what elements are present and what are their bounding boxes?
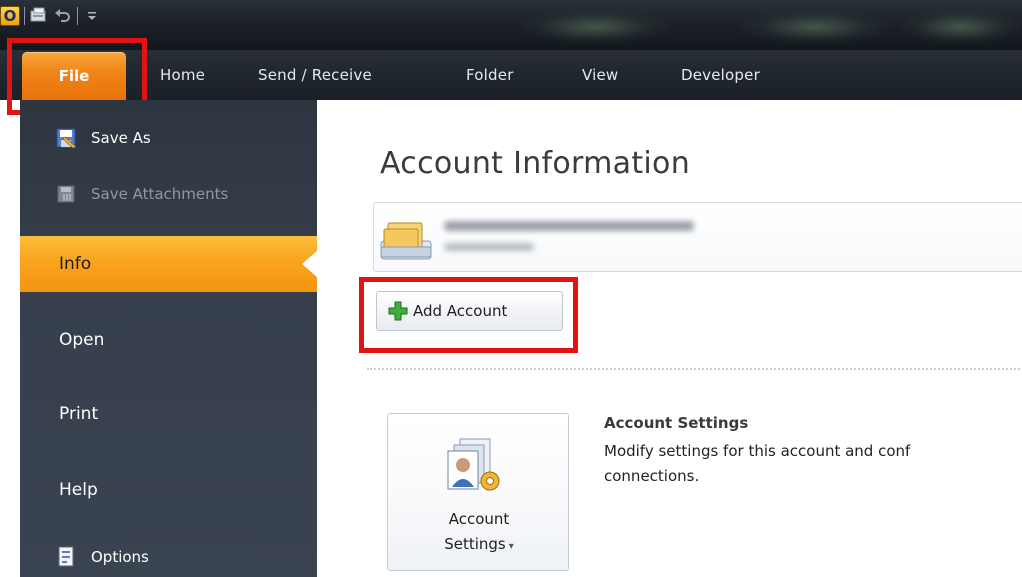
- backstage-nav: Save As Save Attachments Info Open Print…: [20, 100, 318, 577]
- page-title: Account Information: [380, 146, 691, 181]
- nav-tab-print[interactable]: Print: [20, 386, 317, 442]
- background-blur: [900, 10, 1022, 44]
- redacted-account-type: [444, 243, 534, 251]
- account-settings-description-line-2: connections.: [604, 467, 700, 485]
- undo-icon[interactable]: [53, 7, 73, 25]
- tab-developer[interactable]: Developer: [681, 66, 760, 92]
- nav-tab-open-label: Open: [59, 330, 105, 350]
- account-email-redacted: [444, 213, 764, 257]
- save-attachments-command[interactable]: Save Attachments: [20, 175, 317, 213]
- account-settings-description: Modify settings for this account and con…: [604, 439, 1022, 489]
- customize-qat-icon[interactable]: [82, 7, 102, 25]
- save-attachments-label: Save Attachments: [91, 185, 229, 203]
- qat-separator: [24, 7, 25, 25]
- options-icon: [55, 545, 79, 569]
- account-folder-icon: [378, 217, 434, 263]
- tab-folder[interactable]: Folder: [466, 66, 514, 92]
- nav-tab-help-label: Help: [59, 480, 98, 500]
- account-info-pane: Account Information Add Account Account …: [317, 100, 1022, 577]
- tab-send-receive[interactable]: Send / Receive: [258, 66, 372, 92]
- options-command[interactable]: Options: [20, 537, 317, 577]
- tab-view[interactable]: View: [582, 66, 618, 92]
- redacted-email: [444, 221, 694, 231]
- outlook-app-icon[interactable]: O: [0, 6, 20, 26]
- chevron-down-icon: ▾: [508, 541, 514, 552]
- title-bar: O: [0, 0, 1022, 50]
- qat-separator: [77, 7, 78, 25]
- nav-tab-print-label: Print: [59, 404, 99, 424]
- section-divider: [367, 368, 1022, 370]
- background-blur: [740, 10, 890, 44]
- save-as-label: Save As: [91, 129, 151, 147]
- nav-tab-open[interactable]: Open: [20, 312, 317, 368]
- nav-tab-help[interactable]: Help: [20, 462, 317, 518]
- account-settings-button-label-2: Settings ▾: [388, 535, 570, 553]
- save-as-command[interactable]: Save As: [20, 119, 317, 157]
- highlight-box-add-account: [359, 277, 578, 353]
- nav-tab-info[interactable]: Info: [20, 236, 318, 292]
- account-settings-heading: Account Settings: [604, 414, 749, 432]
- account-settings-icon: [446, 437, 510, 495]
- background-blur: [520, 10, 670, 44]
- account-settings-button[interactable]: Account Settings ▾: [387, 413, 569, 571]
- account-selector[interactable]: [373, 202, 1022, 272]
- account-settings-button-label-2-text: Settings: [444, 535, 506, 553]
- quick-access-toolbar: O: [0, 3, 102, 29]
- tab-home[interactable]: Home: [160, 66, 205, 92]
- nav-tab-info-label: Info: [59, 254, 92, 274]
- account-settings-description-line-1: Modify settings for this account and con…: [604, 442, 911, 460]
- save-attachments-icon: [55, 182, 79, 206]
- account-settings-button-label-1: Account: [448, 510, 510, 528]
- save-as-icon: [55, 126, 79, 150]
- ribbon-tabs: Home Send / Receive Folder View Develope…: [0, 50, 1022, 100]
- options-label: Options: [91, 548, 149, 566]
- send-receive-all-icon[interactable]: [29, 7, 49, 25]
